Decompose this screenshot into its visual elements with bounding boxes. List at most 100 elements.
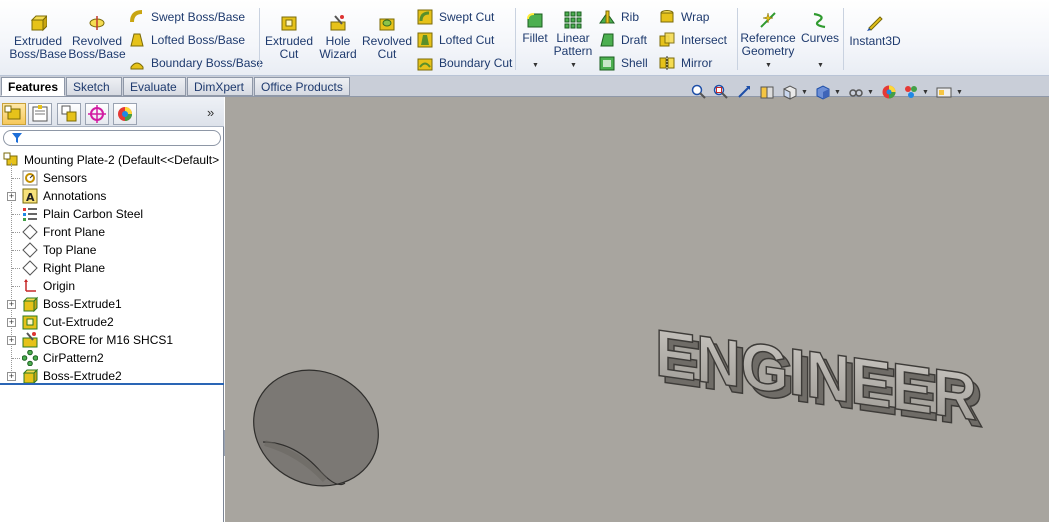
view-orientation-dropdown-icon[interactable]: ▼ [801,89,808,96]
reference-geometry-button[interactable]: Reference Geometry [740,11,796,58]
tree-item-cirpattern2[interactable]: CirPattern2 [22,349,104,367]
origin-icon [24,279,36,292]
rollback-bar[interactable] [0,383,224,385]
tree-filter-input[interactable] [3,130,221,146]
tree-item-right-plane[interactable]: Right Plane [22,259,105,277]
tree-item-annotations[interactable]: A Annotations [22,187,106,205]
cut-extrude-icon [22,315,38,330]
wrap-icon [660,10,674,23]
tree-item-cut-extrude2[interactable]: Cut-Extrude2 [22,313,114,331]
tree-guide-line [12,178,20,179]
plane-icon [22,260,38,276]
tree-root-part[interactable]: Mounting Plate-2 (Default<<Default> [3,151,219,169]
pattern-dropdown-icon[interactable]: ▼ [570,62,577,69]
svg-text:A: A [26,191,35,204]
boundary-cut-icon [417,58,433,71]
apply-scene-dropdown-icon[interactable]: ▼ [922,89,929,96]
tree-item-top-plane[interactable]: Top Plane [22,241,96,259]
boundary-boss-button[interactable]: Boundary Boss/Base [129,53,263,73]
displaymanager-tab[interactable] [113,103,137,125]
propertymanager-tab[interactable] [28,103,52,125]
expand-cbore-icon[interactable]: + [7,336,16,345]
hole-wizard-icon [22,332,38,348]
lofted-cut-button[interactable]: Lofted Cut [417,30,494,50]
featuremanager-icon [4,105,21,120]
intersect-button[interactable]: Intersect [659,30,727,50]
instant3d-icon [867,16,883,31]
panel-expand-icon[interactable]: » [207,105,214,120]
tree-guide-line [12,250,20,251]
hole-wizard-icon [330,15,346,31]
material-icon [23,208,37,221]
shell-button[interactable]: Shell [599,53,648,73]
propertymanager-icon [32,105,48,122]
configurationmanager-icon [61,105,77,122]
lofted-boss-button[interactable]: Lofted Boss/Base [129,30,245,50]
plane-icon [22,242,38,258]
hide-show-dropdown-icon[interactable]: ▼ [867,89,874,96]
tree-guide-line [12,268,20,269]
tree-guide-line [12,214,20,215]
display-style-dropdown-icon[interactable]: ▼ [834,89,841,96]
ribbon-separator [515,8,516,70]
hole-wizard-button[interactable]: Hole Wizard [313,14,363,61]
command-manager: Extruded Boss/Base Revolved Boss/Base Sw… [0,0,1049,76]
linear-pattern-button[interactable]: Linear Pattern [551,11,595,58]
swept-boss-icon [130,10,143,23]
tree-item-material[interactable]: Plain Carbon Steel [22,205,143,223]
boundary-boss-icon [130,62,144,70]
instant3d-button[interactable]: Instant3D [846,14,904,48]
curves-dropdown-icon[interactable]: ▼ [817,62,824,69]
revolved-boss-button[interactable]: Revolved Boss/Base [67,14,127,61]
expand-annotations-icon[interactable]: + [7,192,16,201]
configurationmanager-tab[interactable] [57,103,81,125]
curves-button[interactable]: Curves [800,11,840,45]
dimxpertmanager-tab[interactable] [85,103,109,125]
wrap-button[interactable]: Wrap [659,7,709,27]
expand-cut-extrude2-icon[interactable]: + [7,318,16,327]
tree-guide-line [12,358,20,359]
revolved-cut-icon [379,18,395,31]
fillet-button[interactable]: Fillet [518,11,552,45]
tree-item-boss-extrude1[interactable]: Boss-Extrude1 [22,295,122,313]
mirror-button[interactable]: Mirror [659,53,712,73]
boundary-cut-button[interactable]: Boundary Cut [417,53,512,73]
tree-guide-line [12,286,20,287]
reference-geometry-dropdown-icon[interactable]: ▼ [765,62,772,69]
expand-boss-extrude1-icon[interactable]: + [7,300,16,309]
fillet-dropdown-icon[interactable]: ▼ [532,62,539,69]
rib-button[interactable]: Rib [599,7,639,27]
expand-boss-extrude2-icon[interactable]: + [7,372,16,381]
sensors-icon [22,170,38,186]
featuremanager-tab[interactable] [2,103,26,125]
swept-boss-button[interactable]: Swept Boss/Base [129,7,245,27]
revolved-cut-button[interactable]: Revolved Cut [361,14,413,61]
rib-icon [599,10,615,24]
displaymanager-icon [118,107,132,121]
lofted-boss-icon [130,33,144,47]
draft-button[interactable]: Draft [599,30,647,50]
revolved-boss-icon [89,16,105,30]
ribbon-separator [259,8,260,70]
tab-features[interactable]: Features [1,77,65,96]
graphics-area[interactable]: ▼ ▼ ▼ ▼ ▼ ENGINEER ENGINEER [225,84,1049,522]
boss-extrude-icon [22,368,38,384]
model-circular-face [253,369,379,487]
tree-item-cbore[interactable]: CBORE for M16 SHCS1 [22,331,173,349]
tab-evaluate[interactable]: Evaluate [123,77,186,96]
tree-item-origin[interactable]: Origin [22,277,75,295]
panel-toolbar: » [0,97,224,127]
tree-item-sensors[interactable]: Sensors [22,169,87,187]
curves-icon [813,12,826,29]
tree-guide-line [12,232,20,233]
dimxpert-crosshair-icon [88,105,106,123]
feature-manager-panel: » Mounting Plate-2 (Default<<Default> Se… [0,97,224,522]
draft-icon [600,33,614,47]
tab-sketch[interactable]: Sketch [66,77,122,96]
swept-cut-button[interactable]: Swept Cut [417,7,494,27]
view-settings-dropdown-icon[interactable]: ▼ [956,89,963,96]
tree-item-front-plane[interactable]: Front Plane [22,223,105,241]
extruded-cut-button[interactable]: Extruded Cut [262,14,316,61]
model-embossed-text[interactable]: ENGINEER ENGINEER [225,97,1049,522]
extruded-boss-button[interactable]: Extruded Boss/Base [8,14,68,61]
